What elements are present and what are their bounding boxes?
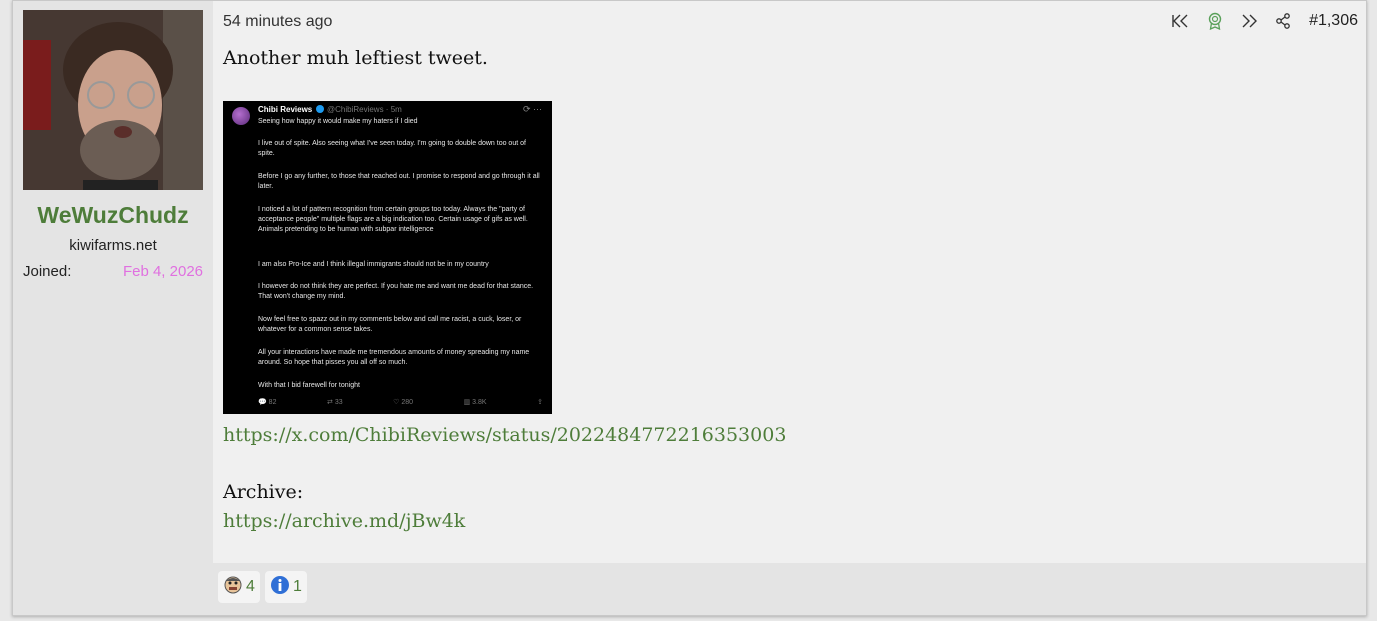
tweet-likes: ♡ 280 [393,399,414,406]
reactions-bar: 4 1 [213,563,1366,615]
share-icon[interactable] [1273,11,1293,31]
reaction-count: 4 [246,578,255,595]
post-number[interactable]: #1,306 [1309,12,1358,30]
tweet-paragraph: I live out of spite. Also seeing what I'… [258,140,526,157]
archive-label: Archive: [223,481,304,503]
reaction-count: 1 [293,578,302,595]
archive-link[interactable]: https://archive.md/jBw4k [223,510,465,532]
face-emoji-icon [223,575,243,599]
tweet-paragraph: Before I go any further, to those that r… [258,173,540,190]
joined-row: Joined: Feb 4, 2026 [23,263,203,280]
tweet-author-name: Chibi Reviews [258,105,313,114]
jump-back-icon[interactable] [1171,11,1191,31]
award-icon[interactable] [1205,11,1225,31]
info-icon [270,575,290,599]
joined-date: Feb 4, 2026 [122,263,203,280]
tweet-paragraph: I am also Pro-Ice and I think illegal im… [258,261,489,268]
tweet-avatar [232,107,250,125]
reaction-face[interactable]: 4 [218,571,260,603]
tweet-paragraph: All your interactions have made me treme… [258,349,530,366]
reaction-info[interactable]: 1 [265,571,307,603]
post-main: 54 minutes ago #1,306 Another muh leftie… [213,1,1366,563]
post-container: WeWuzChudz kiwifarms.net Joined: Feb 4, … [12,0,1367,616]
tweet-screenshot-image[interactable]: Chibi Reviews @ChibiReviews · 5m ⟳ ··· S… [223,101,552,414]
tweet-paragraph: Now feel free to spazz out in my comment… [258,316,522,333]
username[interactable]: WeWuzChudz [13,202,213,229]
post-timestamp[interactable]: 54 minutes ago [223,13,332,31]
tweet-views: ▥ 3.8K [463,399,487,406]
avatar[interactable] [23,10,203,190]
tweet-paragraph: I however do not think they are perfect.… [258,283,534,300]
tweet-stats: 💬 82 ⇄ 33 ♡ 280 ▥ 3.8K ⇪ [258,398,543,406]
tweet-paragraph: Seeing how happy it would make my haters… [258,118,418,125]
tweet-paragraph: I noticed a lot of pattern recognition f… [258,206,528,233]
post-actions: #1,306 [1171,11,1358,31]
tweet-handle: @ChibiReviews · 5m [327,105,402,114]
jump-forward-icon[interactable] [1239,11,1259,31]
tweet-share-icon: ⇪ [537,399,543,406]
post-text: Another muh leftiest tweet. [223,47,488,69]
user-title: kiwifarms.net [69,237,157,254]
user-info-panel: WeWuzChudz kiwifarms.net Joined: Feb 4, … [13,1,213,615]
tweet-retweets: ⇄ 33 [327,399,343,406]
tweet-link[interactable]: https://x.com/ChibiReviews/status/202248… [223,424,786,446]
joined-label: Joined: [23,263,72,280]
tweet-replies: 💬 82 [258,399,277,406]
more-options-icon: ⟳ ··· [522,104,542,114]
tweet-paragraph: With that I bid farewell for tonight [258,382,360,389]
verified-badge-icon [316,105,324,113]
